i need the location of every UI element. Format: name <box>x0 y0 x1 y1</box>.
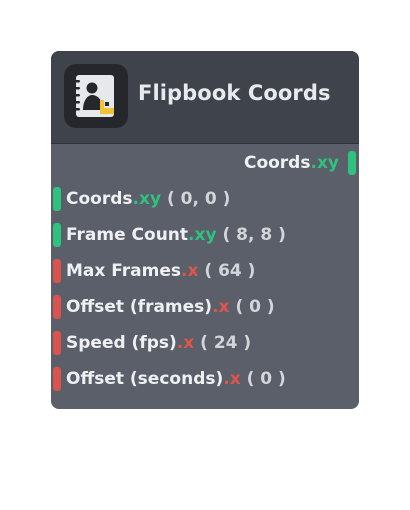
input-default-value[interactable]: ( 64 ) <box>204 261 255 281</box>
output-port-label: Coords.xy <box>243 153 339 173</box>
input-port-offset-frames[interactable]: Offset (frames).x ( 0 ) <box>51 295 359 319</box>
input-pin-offset-frames[interactable] <box>53 295 61 319</box>
node-title: Flipbook Coords <box>138 81 331 105</box>
input-port-speed-fps[interactable]: Speed (fps).x ( 24 ) <box>51 331 359 355</box>
input-port-label: Max Frames.x ( 64 ) <box>66 261 256 281</box>
input-port-label: Speed (fps).x ( 24 ) <box>66 333 252 353</box>
flipbook-image-icon <box>64 64 128 128</box>
input-default-value[interactable]: ( 8, 8 ) <box>222 225 285 245</box>
input-port-max-frames[interactable]: Max Frames.x ( 64 ) <box>51 259 359 283</box>
input-port-label: Offset (frames).x ( 0 ) <box>66 297 275 317</box>
input-default-value[interactable]: ( 0 ) <box>247 369 286 389</box>
node-header[interactable]: Flipbook Coords <box>51 51 359 144</box>
input-default-value[interactable]: ( 0 ) <box>235 297 274 317</box>
input-pin-coords[interactable] <box>53 187 61 211</box>
input-port-coords[interactable]: Coords.xy ( 0, 0 ) <box>51 187 359 211</box>
input-pin-frame-count[interactable] <box>53 223 61 247</box>
input-port-frame-count[interactable]: Frame Count.xy ( 8, 8 ) <box>51 223 359 247</box>
input-pin-max-frames[interactable] <box>53 259 61 283</box>
input-port-offset-seconds[interactable]: Offset (seconds).x ( 0 ) <box>51 367 359 391</box>
output-pin-coords[interactable] <box>348 151 356 175</box>
input-port-label: Coords.xy ( 0, 0 ) <box>66 189 231 209</box>
input-port-label: Offset (seconds).x ( 0 ) <box>66 369 286 389</box>
input-default-value[interactable]: ( 24 ) <box>200 333 251 353</box>
input-pin-speed-fps[interactable] <box>53 331 61 355</box>
input-default-value[interactable]: ( 0, 0 ) <box>167 189 230 209</box>
input-port-label: Frame Count.xy ( 8, 8 ) <box>66 225 286 245</box>
output-port-coords[interactable]: Coords.xy <box>51 151 359 175</box>
flipbook-coords-node[interactable]: Flipbook Coords Coords.xy Coords.xy ( 0,… <box>51 51 359 409</box>
input-pin-offset-seconds[interactable] <box>53 367 61 391</box>
